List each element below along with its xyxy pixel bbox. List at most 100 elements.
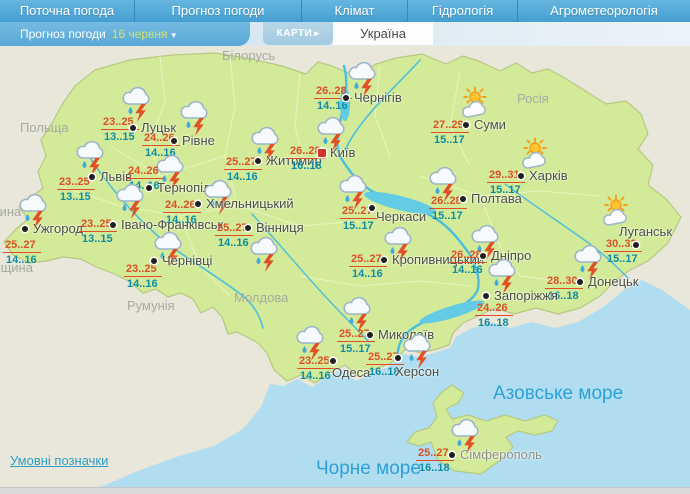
city-label[interactable]: Вінниця (256, 220, 304, 235)
city-label[interactable]: Полтава (471, 191, 522, 206)
night-temp: 14..16 (127, 278, 158, 290)
forecast-date[interactable]: 16 червня (112, 27, 168, 41)
day-temp: 24..26 (126, 165, 164, 179)
country-label: Румунія (127, 298, 175, 313)
night-temp: 14..16 (452, 264, 483, 276)
night-temp: 14..16 (166, 214, 197, 226)
country-label: Росія (517, 91, 549, 106)
temperature-range: 25..27 16..18 (416, 447, 454, 475)
day-temp: 24..26 (475, 302, 513, 316)
temperature-range: 23..25 14..16 (124, 263, 162, 291)
city-marker (151, 258, 157, 264)
city-marker (395, 355, 401, 361)
map-overlay: ПольщаБілорусьРосіяСловаччинаУгорщинаРум… (0, 46, 690, 487)
weather-site-page: Поточна погода Прогноз погоди Клімат Гід… (0, 0, 690, 494)
bottom-strip (0, 487, 690, 494)
city-marker (343, 95, 349, 101)
legend-link[interactable]: Умовні позначки (10, 453, 108, 468)
day-temp: 23..25 (297, 355, 335, 369)
city-label[interactable]: Запоріжжя (494, 288, 558, 303)
tab-ukraine[interactable]: Україна (333, 22, 433, 46)
storm-rain-icon (248, 234, 280, 277)
city-label[interactable]: Рівне (182, 133, 215, 148)
night-temp: 14..16 (300, 370, 331, 382)
city-label[interactable]: Суми (474, 117, 506, 132)
city-label[interactable]: Херсон (395, 364, 439, 379)
temperature-range: 23..25 14..16 (297, 355, 335, 383)
country-label: Молдова (234, 290, 289, 305)
city-marker (146, 185, 152, 191)
temperature-range: 23..25 13..15 (57, 176, 95, 204)
city-marker (577, 279, 583, 285)
night-temp: 14..16 (218, 237, 249, 249)
dropdown-caret-icon: ▾ (171, 30, 177, 40)
day-temp: 25..27 (416, 447, 454, 461)
maps-button-label: КАРТИ (276, 28, 313, 39)
city-label[interactable]: Чернігів (354, 90, 402, 105)
city-label[interactable]: Донецьк (588, 274, 639, 289)
city-label[interactable]: Чернівці (162, 253, 212, 268)
maps-button[interactable]: КАРТИ ▸ (263, 22, 333, 45)
sub-nav: Прогноз погоди 16 червня ▾ КАРТИ ▸ Україна (0, 22, 690, 46)
sea-label: Азовське море (493, 383, 624, 404)
city-marker (130, 125, 136, 131)
city-marker (463, 122, 469, 128)
city-marker (110, 222, 116, 228)
day-temp: 25..27 (3, 239, 41, 253)
nav-tab-climate[interactable]: Клімат (302, 0, 408, 22)
capital-marker (318, 149, 326, 157)
city-marker (195, 201, 201, 207)
forecast-label: Прогноз погоди (20, 27, 106, 41)
sea-label: Чорне море (316, 458, 421, 479)
day-temp: 23..25 (124, 263, 162, 277)
city-marker (22, 226, 28, 232)
city-label[interactable]: Харків (529, 168, 568, 183)
city-marker (171, 138, 177, 144)
night-temp: 14..16 (352, 268, 383, 280)
night-temp: 13..15 (82, 233, 113, 245)
night-temp: 14..16 (317, 100, 348, 112)
city-label[interactable]: Ужгород (33, 221, 83, 236)
night-temp: 14..16 (227, 171, 258, 183)
night-temp: 15..17 (607, 253, 638, 265)
night-temp: 15..17 (343, 220, 374, 232)
city-label[interactable]: Київ (330, 145, 355, 160)
nav-tab-current-weather[interactable]: Поточна погода (0, 0, 135, 22)
city-marker (518, 173, 524, 179)
temperature-range: 24..26 16..18 (475, 302, 513, 330)
arrow-right-icon: ▸ (314, 28, 320, 38)
city-label[interactable]: Луганськ (619, 224, 672, 239)
city-marker (369, 205, 375, 211)
country-label: Білорусь (222, 48, 276, 63)
night-temp: 15..17 (434, 134, 465, 146)
city-label[interactable]: Хмельницький (206, 196, 294, 211)
nav-tab-agrometeorology[interactable]: Агрометеорологія (518, 0, 690, 22)
main-nav: Поточна погода Прогноз погоди Клімат Гід… (0, 0, 690, 22)
temperature-range: 25..27 14..16 (3, 239, 41, 267)
city-marker (449, 452, 455, 458)
night-temp: 16..18 (419, 462, 450, 474)
night-temp: 16..18 (291, 160, 322, 172)
nav-tab-forecast[interactable]: Прогноз погоди (135, 0, 302, 22)
city-marker (330, 358, 336, 364)
city-label[interactable]: Одеса (332, 365, 370, 380)
city-label[interactable]: Черкаси (376, 209, 426, 224)
city-marker (483, 293, 489, 299)
city-marker (381, 257, 387, 263)
night-temp: 13..15 (60, 191, 91, 203)
night-temp: 14..16 (6, 254, 37, 266)
forecast-date-selector[interactable]: Прогноз погоди 16 червня ▾ (0, 22, 250, 46)
city-marker (633, 242, 639, 248)
ukraine-weather-map[interactable]: ПольщаБілорусьРосіяСловаччинаУгорщинаРум… (0, 46, 690, 487)
city-marker (367, 332, 373, 338)
city-marker (89, 174, 95, 180)
country-label: Польща (20, 120, 69, 135)
city-marker (245, 225, 251, 231)
night-temp: 15..17 (432, 210, 463, 222)
nav-tab-hydrology[interactable]: Гідрологія (408, 0, 518, 22)
night-temp: 16..18 (478, 317, 509, 329)
city-label[interactable]: Сімферополь (460, 447, 542, 462)
city-marker (255, 158, 261, 164)
night-temp: 13..15 (104, 131, 135, 143)
city-marker (460, 196, 466, 202)
